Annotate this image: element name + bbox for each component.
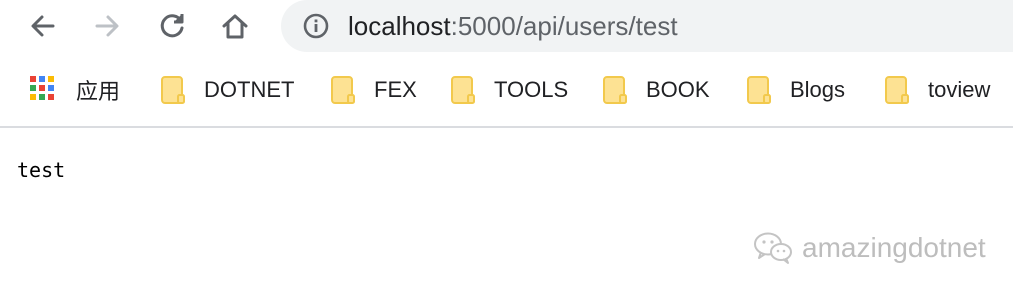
forward-button[interactable] xyxy=(86,5,128,47)
reload-button[interactable] xyxy=(151,5,193,47)
bookmark-label: toview xyxy=(928,77,991,102)
browser-toolbar: localhost:5000/api/users/test xyxy=(0,0,1013,54)
url-text[interactable]: localhost:5000/api/users/test xyxy=(348,12,678,40)
bookmark-folder-fex[interactable]: FEX xyxy=(330,62,417,118)
forward-icon xyxy=(95,15,119,37)
back-button[interactable] xyxy=(22,5,64,47)
folder-icon xyxy=(885,76,909,104)
folder-icon xyxy=(747,76,771,104)
bookmark-folder-tools[interactable]: TOOLS xyxy=(450,62,568,118)
bookmark-label: TOOLS xyxy=(494,77,569,102)
page-body-text: test xyxy=(17,158,66,182)
home-icon xyxy=(222,14,248,39)
bookmark-folder-blogs[interactable]: Blogs xyxy=(746,62,845,118)
address-bar[interactable]: localhost:5000/api/users/test xyxy=(281,0,1013,52)
bookmark-label: Blogs xyxy=(790,77,846,102)
url-path: :5000/api/users/test xyxy=(450,11,678,41)
folder-icon xyxy=(603,76,627,104)
bookmark-label: BOOK xyxy=(646,77,710,102)
toolbar-divider xyxy=(0,126,1013,128)
watermark-text: amazingdotnet xyxy=(802,232,986,263)
home-button[interactable] xyxy=(214,5,256,47)
apps-grid-icon xyxy=(30,76,58,104)
bookmarks-bar: 应用 DOTNET FEX TOOLS BOOK Blogs toview xyxy=(0,62,1013,118)
info-icon[interactable] xyxy=(303,13,329,39)
bookmark-label: DOTNET xyxy=(204,77,295,102)
folder-icon xyxy=(451,76,475,104)
bookmark-folder-book[interactable]: BOOK xyxy=(602,62,710,118)
bookmark-label: FEX xyxy=(374,77,417,102)
url-host: localhost xyxy=(348,11,451,41)
apps-shortcut[interactable]: 应用 xyxy=(30,62,120,118)
apps-label: 应用 xyxy=(76,79,121,104)
bookmark-folder-toview[interactable]: toview xyxy=(884,62,990,118)
watermark: amazingdotnet xyxy=(752,228,986,268)
bookmark-folder-dotnet[interactable]: DOTNET xyxy=(160,62,294,118)
reload-icon xyxy=(160,14,184,38)
wechat-icon xyxy=(754,232,792,264)
folder-icon xyxy=(331,76,355,104)
back-icon xyxy=(31,15,55,37)
folder-icon xyxy=(161,76,185,104)
